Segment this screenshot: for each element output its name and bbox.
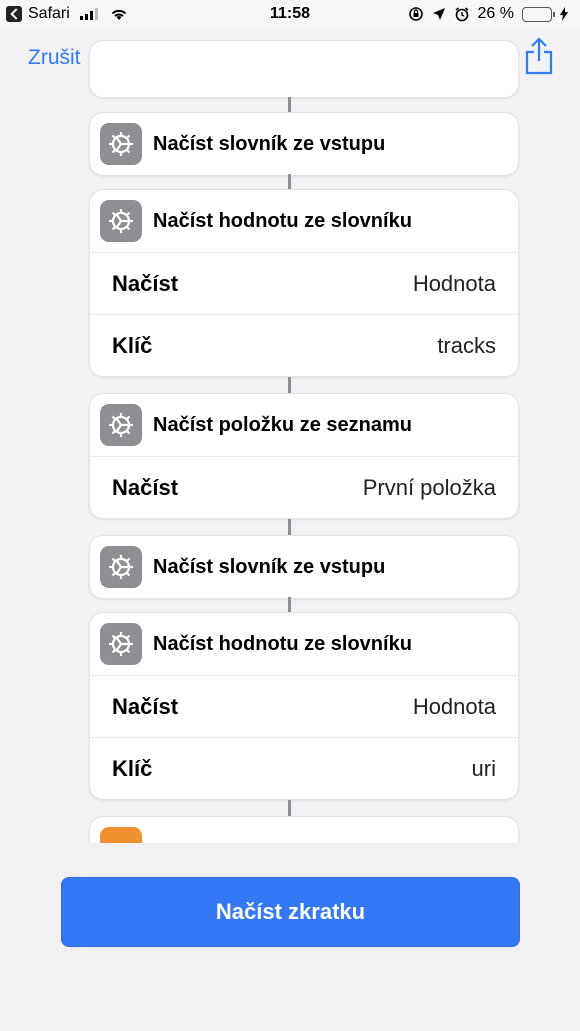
charging-icon	[560, 7, 568, 21]
connector	[288, 174, 291, 190]
action-card-get-dictionary[interactable]: Načíst slovník ze vstupu	[89, 112, 519, 176]
parameter-value[interactable]: První položka	[363, 475, 496, 501]
action-title: Načíst slovník ze vstupu	[153, 555, 386, 578]
status-bar: Safari 11:58 26 %	[0, 0, 580, 30]
action-title: Načíst hodnotu ze slovníku	[153, 209, 412, 232]
connector	[288, 97, 291, 113]
gear-icon	[100, 546, 142, 588]
cancel-button[interactable]: Zrušit	[28, 46, 81, 70]
parameter-row-get[interactable]: Načíst První položka	[90, 456, 518, 518]
orientation-lock-icon	[408, 7, 423, 21]
parameter-label: Klíč	[112, 332, 153, 358]
parameter-row-get[interactable]: Načíst Hodnota	[90, 675, 518, 737]
battery-icon	[522, 6, 555, 22]
connector	[288, 800, 291, 817]
get-shortcut-button[interactable]: Načíst zkratku	[61, 877, 520, 947]
parameter-label: Klíč	[112, 755, 153, 781]
action-card-get-value[interactable]: Načíst hodnotu ze slovníku Načíst Hodnot…	[89, 612, 519, 800]
location-icon	[432, 8, 445, 20]
navigation-bar: Zrušit	[0, 30, 580, 88]
alarm-icon	[455, 7, 469, 22]
connector	[288, 597, 291, 613]
gear-icon	[100, 123, 142, 165]
share-icon[interactable]	[524, 36, 554, 76]
action-title: Načíst slovník ze vstupu	[153, 132, 386, 155]
parameter-row-key[interactable]: Klíč tracks	[90, 314, 518, 376]
action-card-get-dictionary[interactable]: Načíst slovník ze vstupu	[89, 535, 519, 599]
connector	[288, 519, 291, 536]
connector	[288, 377, 291, 394]
action-card-partial-bottom[interactable]	[89, 816, 519, 845]
parameter-value[interactable]: Hodnota	[413, 271, 496, 297]
action-card-get-value[interactable]: Načíst hodnotu ze slovníku Načíst Hodnot…	[89, 189, 519, 377]
workflow-list: Načíst slovník ze vstupu Načíst hodnotu …	[0, 0, 580, 845]
parameter-label: Načíst	[112, 474, 179, 500]
action-title: Načíst hodnotu ze slovníku	[153, 632, 412, 655]
parameter-value[interactable]: tracks	[437, 333, 496, 359]
parameter-value[interactable]: Hodnota	[413, 694, 496, 720]
parameter-label: Načíst	[112, 693, 179, 719]
parameter-label: Načíst	[112, 270, 179, 296]
action-card-get-item[interactable]: Načíst položku ze seznamu Načíst První p…	[89, 393, 519, 519]
gear-icon	[100, 200, 142, 242]
parameter-row-get[interactable]: Načíst Hodnota	[90, 252, 518, 314]
parameter-value[interactable]: uri	[472, 756, 496, 782]
battery-percent: 26 %	[477, 5, 514, 22]
bottom-panel: Načíst zkratku	[0, 843, 580, 1031]
gear-icon	[100, 404, 142, 446]
action-title: Načíst položku ze seznamu	[153, 413, 412, 436]
parameter-row-key[interactable]: Klíč uri	[90, 737, 518, 799]
gear-icon	[100, 623, 142, 665]
